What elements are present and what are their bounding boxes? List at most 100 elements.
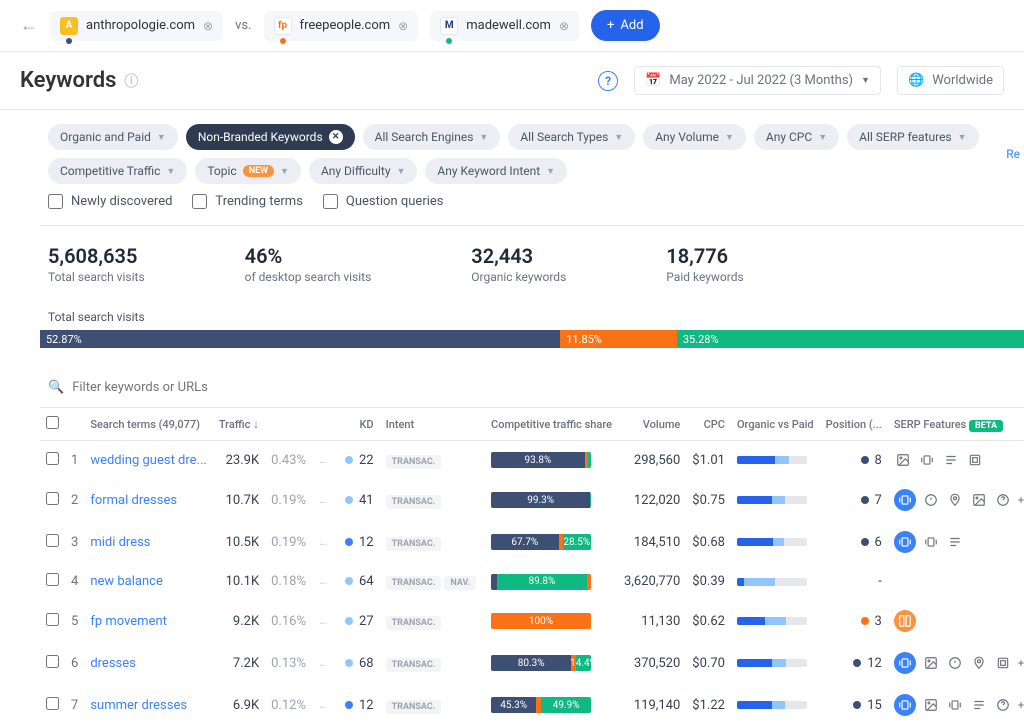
keyword-link[interactable]: new balance: [90, 574, 163, 589]
col-kd[interactable]: KD: [339, 408, 380, 441]
filter-chip[interactable]: TopicNEW▼: [195, 158, 301, 184]
metric-label: Organic keywords: [471, 270, 566, 284]
info-icon[interactable]: ⓘ: [124, 71, 138, 91]
filter-chip[interactable]: All SERP features▼: [847, 124, 978, 150]
chevron-down-icon: ▼: [166, 166, 175, 177]
competitor-domain: anthropologie.com: [86, 18, 195, 33]
filter-chip[interactable]: Any Keyword Intent▼: [425, 158, 567, 184]
col-serp[interactable]: SERP Features BETA: [888, 408, 1024, 441]
share-bar: 99.3%: [491, 492, 591, 508]
traffic-pct: 0.12%: [265, 684, 312, 726]
filter-checkbox[interactable]: Trending terms: [192, 194, 303, 209]
competitor-pill[interactable]: Aanthropologie.com⊗: [50, 11, 223, 41]
filter-chip[interactable]: All Search Types▼: [508, 124, 635, 150]
filter-chip[interactable]: Organic and Paid▼: [48, 124, 178, 150]
serp-more[interactable]: +3: [1018, 657, 1024, 670]
keyword-link[interactable]: midi dress: [90, 535, 150, 550]
col-traffic[interactable]: Traffic ↓: [213, 408, 265, 441]
select-all-checkbox[interactable]: [46, 416, 59, 429]
chevron-down-icon: ▼: [958, 132, 967, 143]
serp-carousel-icon: [894, 489, 916, 511]
serp-carousel-icon: [922, 533, 940, 551]
serp-carousel-icon: [946, 696, 964, 714]
vs-label: vs.: [235, 18, 251, 33]
add-competitor-button[interactable]: +Add: [591, 10, 660, 41]
filter-chip[interactable]: All Search Engines▼: [363, 124, 501, 150]
serp-sitelinks-icon: [942, 451, 960, 469]
traffic-value: 10.7K: [213, 479, 265, 521]
ovp-bar: [737, 659, 807, 667]
row-checkbox[interactable]: [46, 613, 59, 626]
serp-sitelinks-icon: [970, 696, 988, 714]
metric-value: 5,608,635: [48, 244, 145, 268]
serp-carousel-icon: [894, 531, 916, 553]
filter-checkbox[interactable]: Newly discovered: [48, 194, 172, 209]
filter-label: Any Keyword Intent: [437, 164, 540, 178]
filter-chip[interactable]: Any Volume▼: [643, 124, 746, 150]
remove-competitor-icon[interactable]: ⊗: [559, 19, 569, 33]
back-arrow-icon[interactable]: ←: [20, 15, 38, 36]
traffic-value: 23.9K: [213, 441, 265, 480]
filter-chip[interactable]: Non-Branded Keywords ✕: [186, 124, 355, 150]
keyword-link[interactable]: dresses: [90, 656, 136, 671]
filter-chip[interactable]: Any Difficulty▼: [309, 158, 417, 184]
keyword-link[interactable]: summer dresses: [90, 698, 187, 713]
col-intent[interactable]: Intent: [380, 408, 485, 441]
filter-chip[interactable]: Any CPC▼: [754, 124, 839, 150]
filter-chip[interactable]: Competitive Traffic ▼: [48, 158, 187, 184]
serp-more[interactable]: +1: [1018, 699, 1024, 712]
competitor-pill[interactable]: fpfreepeople.com⊗: [264, 11, 419, 41]
filter-label: Any Difficulty: [321, 164, 391, 178]
traffic-value: 7.2K: [213, 642, 265, 684]
region-picker[interactable]: 🌐 Worldwide: [897, 66, 1004, 95]
clear-filter-icon[interactable]: ✕: [329, 130, 343, 144]
row-index: 1: [65, 441, 84, 480]
date-range-picker[interactable]: 📅 May 2022 - Jul 2022 (3 Months) ▼: [634, 66, 881, 95]
remove-competitor-icon[interactable]: ⊗: [203, 19, 213, 33]
traffic-pct: 0.43%: [265, 441, 312, 480]
row-checkbox[interactable]: [46, 492, 59, 505]
chevron-down-icon: ▼: [614, 132, 623, 143]
filter-label: Non-Branded Keywords: [198, 130, 323, 144]
metric-value: 32,443: [471, 244, 566, 268]
competitor-pill[interactable]: Mmadewell.com⊗: [430, 11, 579, 41]
trend-arrow-icon: ←: [318, 657, 329, 670]
col-cpc[interactable]: CPC: [686, 408, 731, 441]
col-ovp[interactable]: Organic vs Paid: [731, 408, 820, 441]
keyword-link[interactable]: formal dresses: [90, 493, 177, 508]
col-search-terms[interactable]: Search terms (49,077): [84, 408, 213, 441]
position-cell: 6: [826, 535, 882, 550]
row-checkbox[interactable]: [46, 697, 59, 710]
col-position[interactable]: Position (...: [820, 408, 888, 441]
chevron-down-icon: ▼: [479, 132, 488, 143]
col-volume[interactable]: Volume: [618, 408, 686, 441]
intent-tag: TRANSAC.: [386, 576, 442, 590]
kd-value: 64: [339, 563, 380, 600]
serp-image-icon: [894, 451, 912, 469]
serp-book-icon: [894, 610, 916, 632]
page-title: Keywords ⓘ: [20, 68, 138, 93]
section-label: Total search visits: [40, 302, 1024, 330]
filter-checkbox[interactable]: Question queries: [323, 194, 444, 209]
serp-more[interactable]: +1: [1018, 494, 1024, 507]
serp-knowledge-icon: [946, 654, 964, 672]
share-bar: 93.8%: [491, 452, 591, 468]
keyword-filter-input[interactable]: [72, 380, 372, 395]
row-checkbox[interactable]: [46, 534, 59, 547]
col-share[interactable]: Competitive traffic share: [485, 408, 618, 441]
remove-competitor-icon[interactable]: ⊗: [398, 19, 408, 33]
filter-label: Competitive Traffic: [60, 164, 160, 178]
row-checkbox[interactable]: [46, 655, 59, 668]
traffic-pct: 0.16%: [265, 600, 312, 642]
help-icon[interactable]: ?: [598, 71, 618, 91]
row-index: 6: [65, 642, 84, 684]
calendar-icon: 📅: [645, 73, 661, 88]
volume-value: 184,510: [618, 521, 686, 563]
metric-value: 18,776: [666, 244, 743, 268]
reset-link[interactable]: Re: [1006, 147, 1020, 161]
serp-features: [894, 610, 1024, 632]
row-checkbox[interactable]: [46, 573, 59, 586]
keyword-link[interactable]: wedding guest dre...: [90, 453, 207, 468]
row-checkbox[interactable]: [46, 452, 59, 465]
volume-value: 3,620,770: [618, 563, 686, 600]
